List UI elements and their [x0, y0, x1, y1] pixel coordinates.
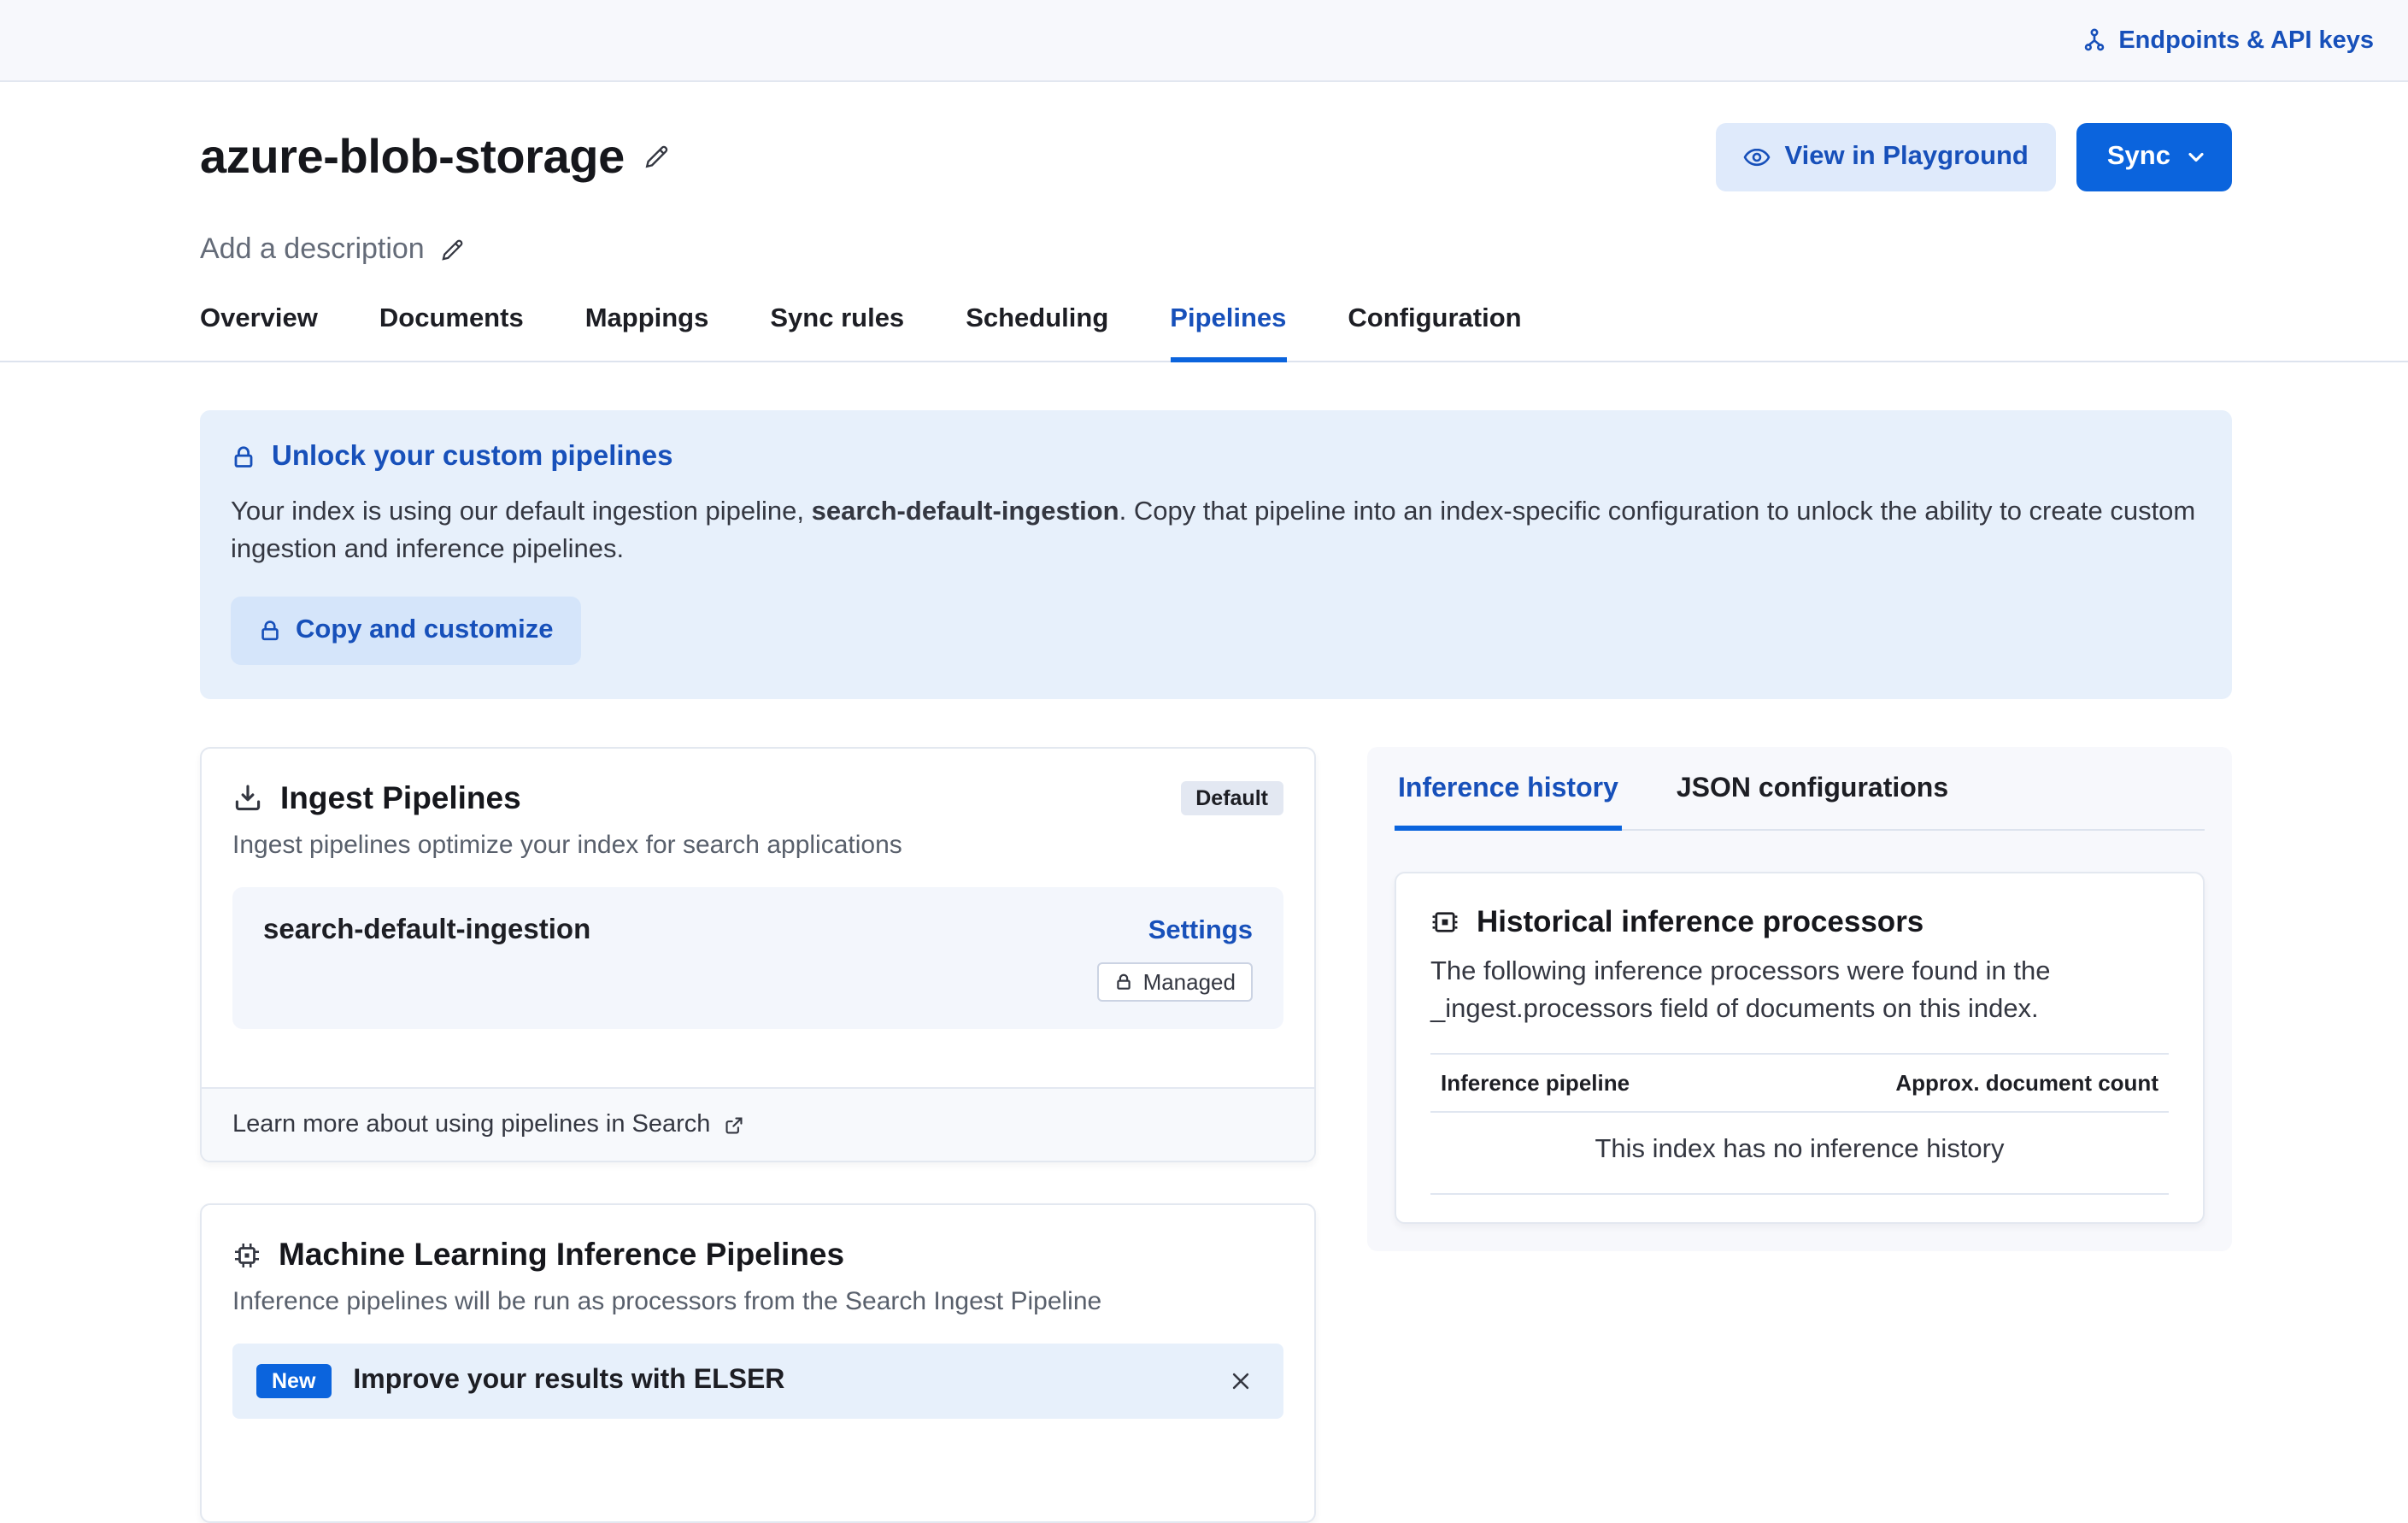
- pipeline-settings-link[interactable]: Settings: [1148, 915, 1253, 946]
- ingest-pipelines-card: Ingest Pipelines Default Ingest pipeline…: [200, 747, 1316, 1162]
- historical-inference-title: Historical inference processors: [1477, 904, 1923, 940]
- tab-mappings[interactable]: Mappings: [585, 304, 709, 362]
- ingest-pipeline-icon: [232, 783, 263, 814]
- view-in-playground-button[interactable]: View in Playground: [1717, 123, 2056, 191]
- pipelines-learn-more-link[interactable]: Learn more about using pipelines in Sear…: [202, 1087, 1314, 1161]
- index-tabs-bar: Overview Documents Mappings Sync rules S…: [0, 304, 2408, 362]
- pipelines-content: Unlock your custom pipelines Your index …: [0, 362, 2408, 1523]
- column-inference-pipeline: Inference pipeline: [1441, 1070, 1630, 1096]
- unlock-pipelines-callout: Unlock your custom pipelines Your index …: [200, 410, 2232, 699]
- default-pipeline-panel: search-default-ingestion Settings Manage…: [232, 887, 1283, 1029]
- tab-configuration[interactable]: Configuration: [1348, 304, 1521, 362]
- ingest-pipelines-title: Ingest Pipelines: [280, 779, 521, 817]
- default-badge: Default: [1180, 781, 1283, 815]
- column-approx-document-count: Approx. document count: [1895, 1070, 2158, 1096]
- callout-title: Unlock your custom pipelines: [272, 441, 672, 473]
- callout-body: Your index is using our default ingestio…: [231, 494, 2201, 569]
- new-badge: New: [256, 1364, 331, 1398]
- inference-history-table: Inference pipeline Approx. document coun…: [1430, 1053, 2169, 1195]
- ml-chip-icon: [232, 1240, 261, 1269]
- edit-description-pencil-icon: [440, 237, 466, 262]
- lock-icon: [231, 444, 256, 470]
- copy-and-customize-label: Copy and customize: [296, 615, 553, 646]
- tab-sync-rules[interactable]: Sync rules: [770, 304, 904, 362]
- tab-pipelines[interactable]: Pipelines: [1170, 304, 1286, 362]
- inference-tabs: Inference history JSON configurations: [1395, 747, 2205, 831]
- inference-history-panel: Inference history JSON configurations Hi…: [1367, 747, 2232, 1251]
- ml-pipelines-subtitle: Inference pipelines will be run as proce…: [232, 1287, 1283, 1316]
- managed-badge: Managed: [1097, 962, 1253, 1002]
- page-title: azure-blob-storage: [200, 130, 625, 185]
- inference-history-empty-message: This index has no inference history: [1430, 1113, 2169, 1195]
- ingest-pipelines-subtitle: Ingest pipelines optimize your index for…: [232, 831, 1283, 860]
- elser-banner-text: Improve your results with ELSER: [353, 1366, 784, 1397]
- tab-json-configurations[interactable]: JSON configurations: [1673, 774, 1952, 831]
- lock-icon: [1114, 973, 1133, 991]
- pipeline-name: search-default-ingestion: [263, 914, 590, 947]
- view-in-playground-label: View in Playground: [1785, 142, 2029, 173]
- tab-overview[interactable]: Overview: [200, 304, 318, 362]
- page: Endpoints & API keys azure-blob-storage …: [0, 0, 2408, 1461]
- add-description-button[interactable]: Add a description: [200, 232, 466, 267]
- close-icon[interactable]: [1222, 1362, 1260, 1400]
- tab-documents[interactable]: Documents: [379, 304, 524, 362]
- ml-pipelines-title: Machine Learning Inference Pipelines: [279, 1236, 844, 1273]
- managed-badge-label: Managed: [1143, 969, 1236, 995]
- historical-inference-card: Historical inference processors The foll…: [1395, 872, 2205, 1224]
- sync-button[interactable]: Sync: [2076, 123, 2232, 191]
- external-link-icon: [722, 1114, 744, 1136]
- elser-banner: New Improve your results with ELSER: [232, 1344, 1283, 1419]
- sync-label: Sync: [2107, 142, 2170, 173]
- copy-and-customize-button[interactable]: Copy and customize: [231, 597, 580, 665]
- page-header: azure-blob-storage View in Playground Sy…: [0, 82, 2408, 267]
- lock-icon: [258, 619, 282, 643]
- eye-icon: [1744, 144, 1771, 171]
- add-description-label: Add a description: [200, 232, 425, 267]
- historical-inference-body: The following inference processors were …: [1430, 954, 2169, 1029]
- endpoints-link-label: Endpoints & API keys: [2118, 26, 2374, 54]
- tab-scheduling[interactable]: Scheduling: [966, 304, 1108, 362]
- endpoints-icon: [2081, 27, 2106, 53]
- ml-inference-pipelines-card: Machine Learning Inference Pipelines Inf…: [200, 1203, 1316, 1523]
- top-bar: Endpoints & API keys: [0, 0, 2408, 82]
- edit-title-pencil-icon[interactable]: [643, 144, 671, 171]
- chevron-down-icon: [2184, 145, 2208, 169]
- processor-icon: [1430, 908, 1459, 937]
- endpoints-api-keys-link[interactable]: Endpoints & API keys: [2081, 26, 2374, 54]
- tab-inference-history[interactable]: Inference history: [1395, 774, 1622, 831]
- learn-more-label: Learn more about using pipelines in Sear…: [232, 1111, 710, 1138]
- pipelines-column: Ingest Pipelines Default Ingest pipeline…: [200, 747, 1316, 1523]
